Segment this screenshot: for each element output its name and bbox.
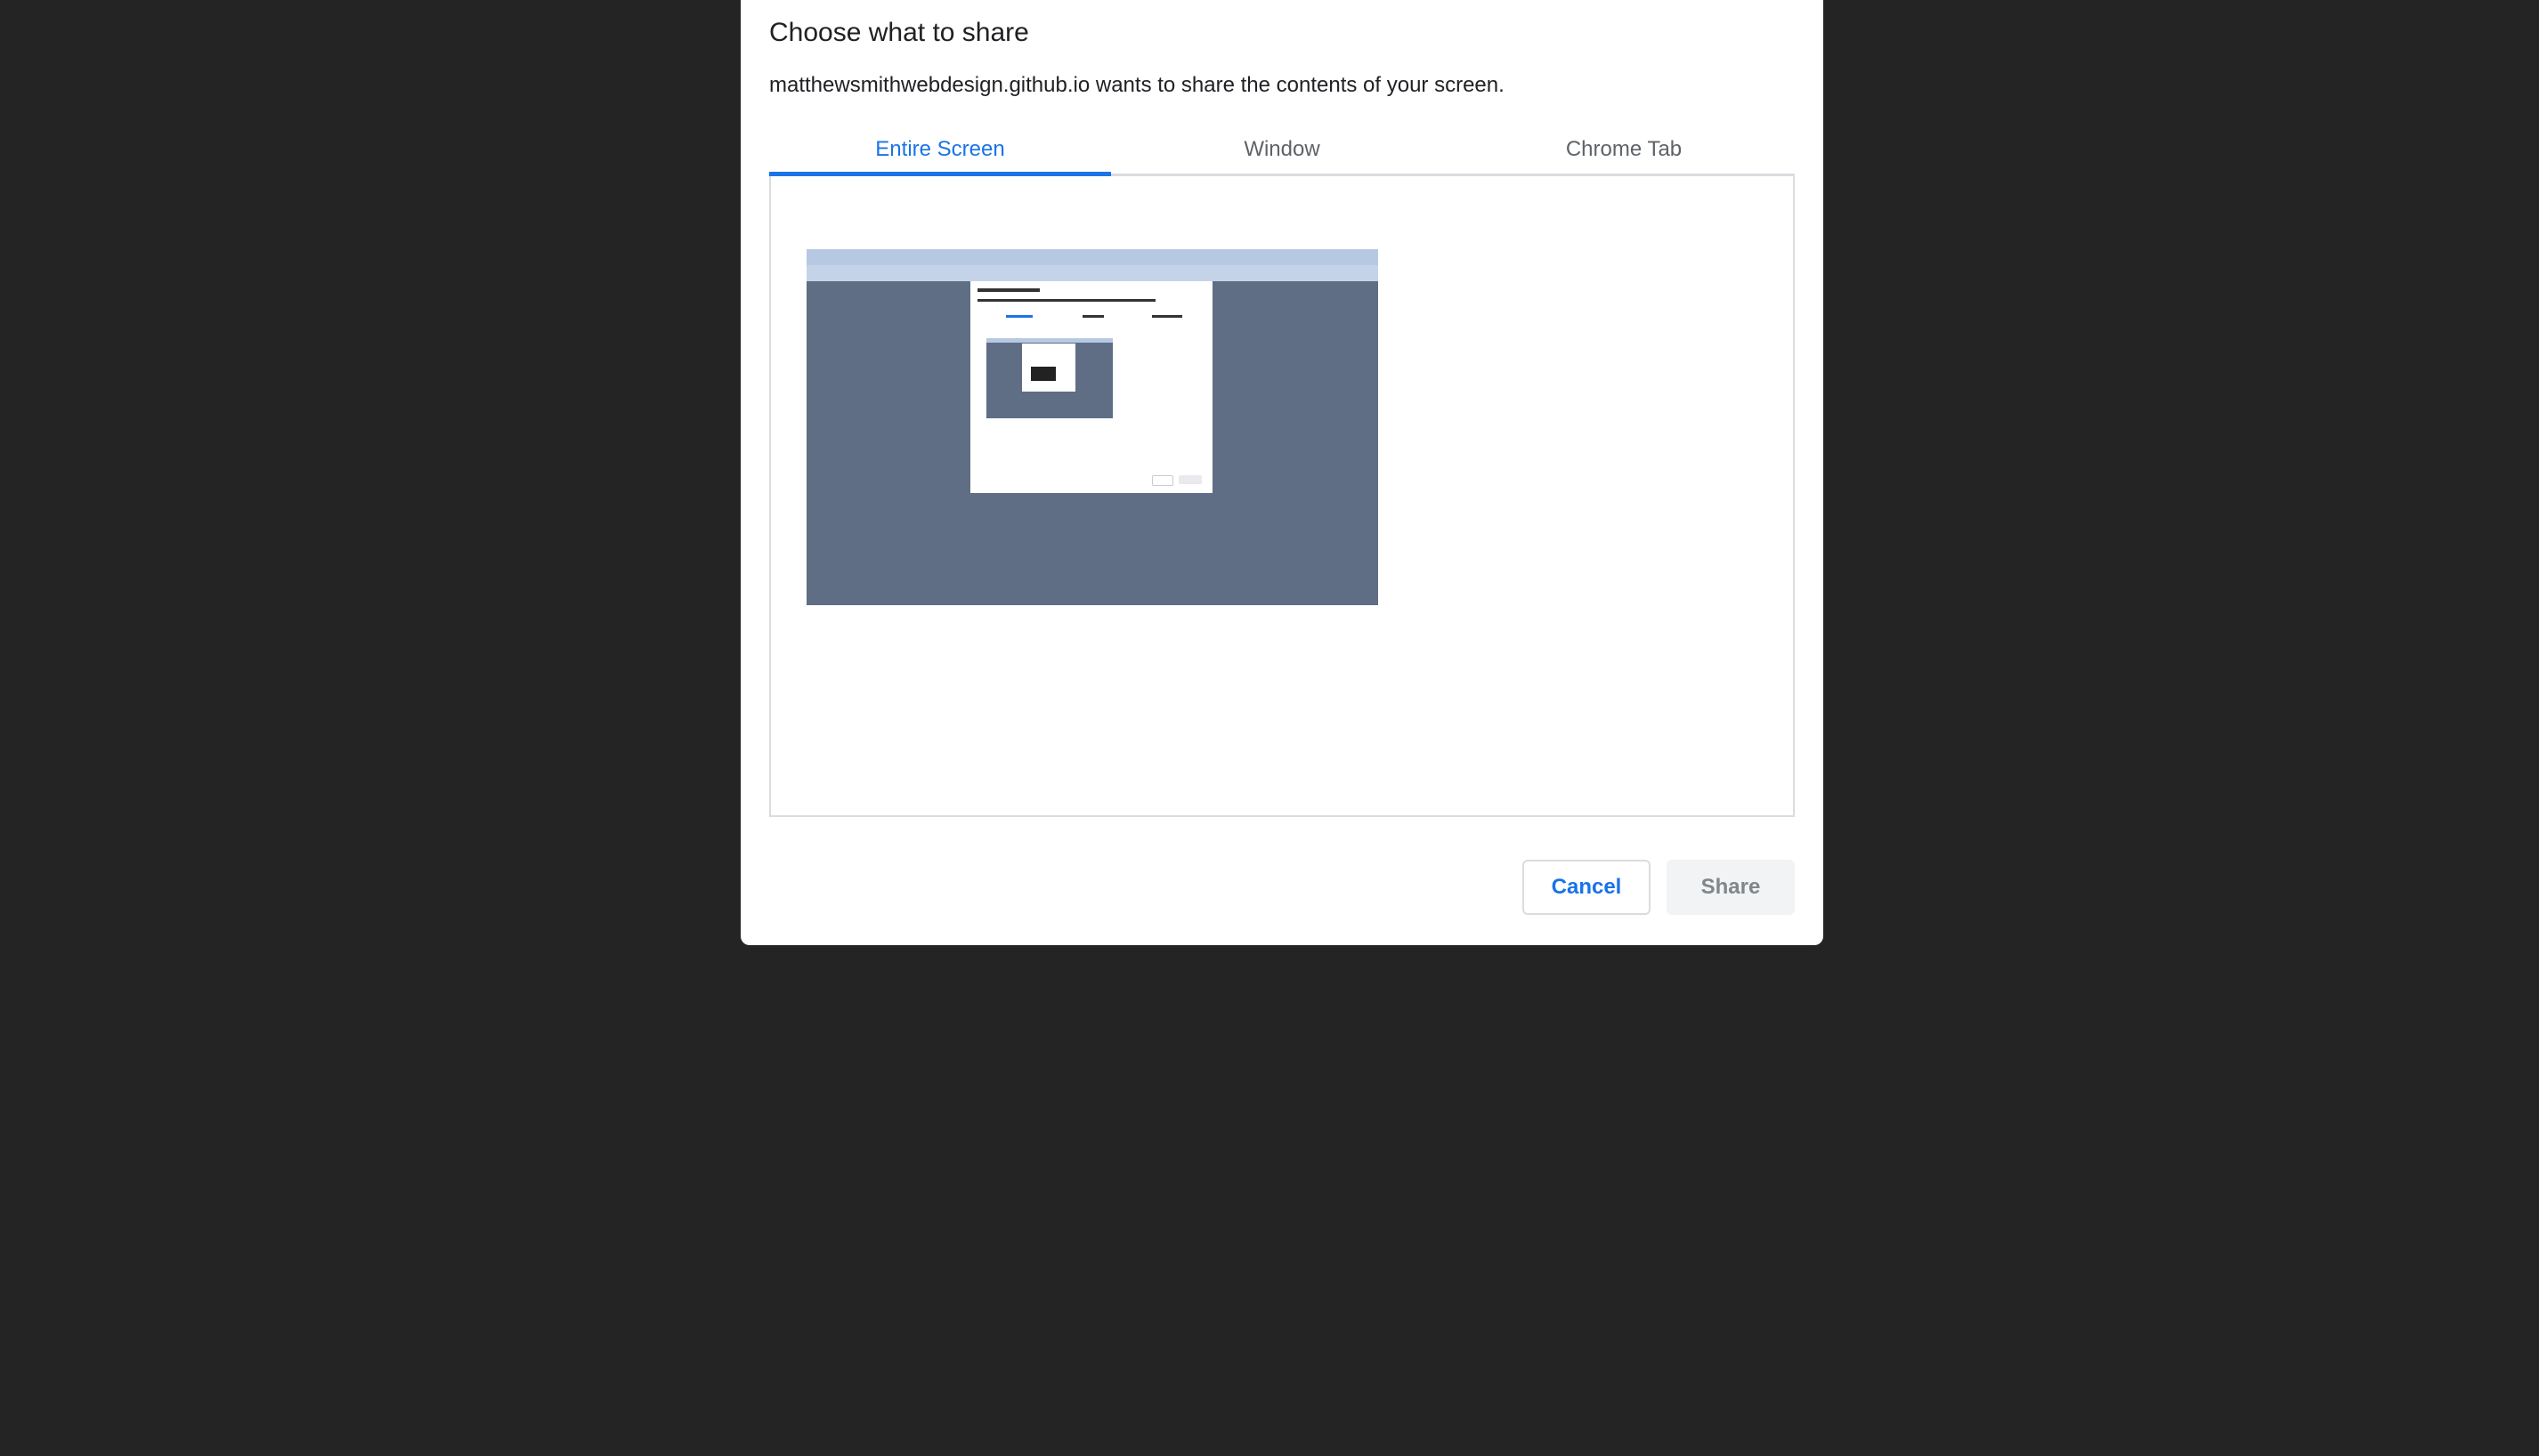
share-dialog: Choose what to share matthewsmithwebdesi… [741,0,1823,945]
tab-window[interactable]: Window [1111,125,1453,174]
tab-entire-screen[interactable]: Entire Screen [769,125,1111,176]
thumbnail-cancel [1152,475,1173,486]
thumbnail-toolbar [807,249,1378,265]
dialog-actions: Cancel Share [1522,860,1795,915]
thumbnail-text-line [977,288,1040,292]
thumbnail-toolbar-secondary [807,265,1378,281]
thumbnail-nested-dialog [1022,344,1075,392]
thumbnail-text-line [1152,315,1182,318]
thumbnail-nested-block [1031,367,1056,381]
share-button[interactable]: Share [1667,860,1795,915]
screen-thumbnail[interactable] [807,249,1378,605]
thumbnail-share [1179,475,1202,484]
thumbnail-dialog [970,281,1213,493]
source-tabs: Entire Screen Window Chrome Tab [769,125,1795,176]
thumbnail-text-line [1083,315,1104,318]
dialog-title: Choose what to share [769,18,1029,47]
tab-chrome-tab[interactable]: Chrome Tab [1453,125,1795,174]
thumbnail-text-line [977,299,1156,302]
thumbnail-text-line [1006,315,1033,318]
source-list-panel [769,176,1795,817]
cancel-button[interactable]: Cancel [1522,860,1651,915]
thumbnail-nested-bar [986,338,1113,343]
thumbnail-nested-screen [986,338,1113,418]
dialog-subtitle: matthewsmithwebdesign.github.io wants to… [769,73,1505,97]
